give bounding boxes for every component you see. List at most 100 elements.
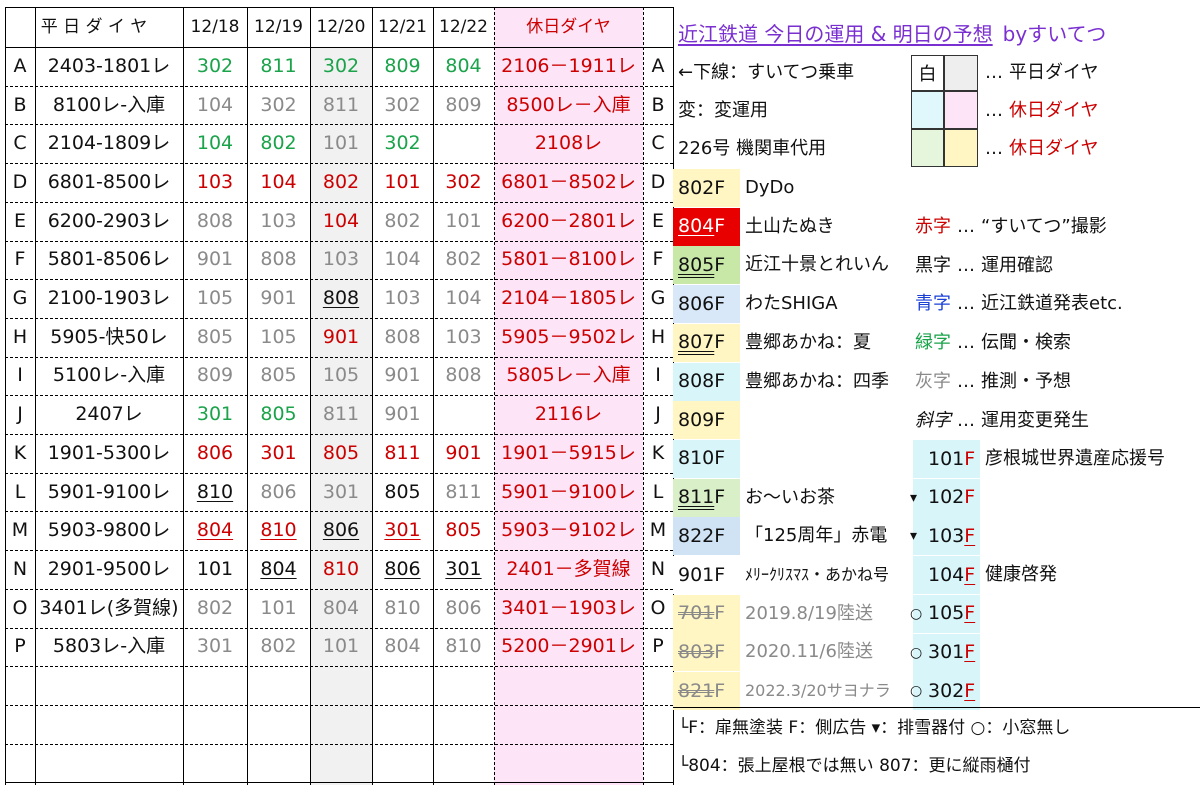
train-number[interactable]: 701 F [678,595,725,633]
unit-cell[interactable]: 104 [247,163,310,202]
unit-cell[interactable]: 810 [310,550,372,589]
train-number[interactable]: 901 F [678,556,725,594]
train-number[interactable]: 807 F [678,324,725,362]
loco-number[interactable]: ○ 302 F [910,672,975,710]
unit-cell[interactable]: 302 [372,86,433,125]
unit-cell[interactable]: 101 [247,589,310,628]
unit-cell[interactable]: 806 [433,589,494,628]
train-number[interactable]: 808 F [678,363,725,401]
unit-cell[interactable]: 901 [433,434,494,473]
unit-cell[interactable]: 811 [310,395,372,434]
unit-cell[interactable]: 105 [183,279,247,318]
train-number[interactable]: 821 F [678,672,725,710]
unit-cell[interactable]: 802 [247,124,310,163]
train-number[interactable]: 802 F [678,169,725,207]
unit-cell[interactable]: 811 [310,86,372,125]
unit-cell[interactable]: 301 [183,395,247,434]
train-number[interactable]: 806 F [678,285,725,323]
unit-cell[interactable]: 301 [310,473,372,512]
unit-cell[interactable]: 810 [433,628,494,667]
unit-cell[interactable]: 104 [372,241,433,280]
loco-number[interactable]: ○ 105 F [910,595,975,633]
train-number[interactable]: 805 F [678,246,725,284]
unit-cell[interactable]: 804 [372,628,433,667]
unit-cell[interactable]: 101 [433,202,494,241]
unit-cell[interactable]: 808 [372,318,433,357]
loco-number[interactable]: ○ 301 F [910,634,975,672]
unit-cell[interactable]: 105 [310,357,372,396]
unit-cell[interactable]: 301 [372,511,433,550]
unit-cell[interactable]: 805 [183,318,247,357]
unit-cell[interactable]: 804 [310,589,372,628]
unit-cell[interactable]: 811 [372,434,433,473]
legend-byline[interactable]: byすいてつ [1003,24,1107,44]
unit-cell[interactable]: 810 [247,511,310,550]
unit-cell[interactable]: 103 [183,163,247,202]
unit-cell[interactable]: 901 [310,318,372,357]
unit-cell[interactable]: 901 [372,395,433,434]
unit-cell[interactable]: 301 [183,628,247,667]
unit-cell[interactable]: 805 [310,434,372,473]
unit-cell[interactable]: 101 [310,628,372,667]
unit-cell[interactable]: 104 [433,279,494,318]
unit-cell[interactable]: 101 [310,124,372,163]
unit-cell[interactable]: 808 [310,279,372,318]
unit-cell[interactable]: 301 [433,550,494,589]
unit-cell[interactable]: 101 [183,550,247,589]
train-number[interactable]: 811 F [678,479,725,517]
unit-cell[interactable]: 104 [183,86,247,125]
unit-cell[interactable]: 804 [433,47,494,86]
unit-cell[interactable]: 810 [372,589,433,628]
unit-cell[interactable]: 901 [183,241,247,280]
unit-cell[interactable]: 802 [433,241,494,280]
unit-cell[interactable]: 804 [247,550,310,589]
unit-cell[interactable]: 808 [247,241,310,280]
unit-cell[interactable]: 105 [247,318,310,357]
unit-cell[interactable]: 805 [247,357,310,396]
unit-cell[interactable]: 301 [247,434,310,473]
unit-cell[interactable]: 802 [183,589,247,628]
unit-cell[interactable]: 302 [310,47,372,86]
unit-cell[interactable]: 809 [372,47,433,86]
loco-number[interactable]: 101 F [910,440,975,478]
legend-title[interactable]: 近江鉄道 今日の運用 & 明日の予想 [678,24,993,44]
unit-cell[interactable]: 302 [183,47,247,86]
unit-cell[interactable]: 802 [247,628,310,667]
unit-cell[interactable]: 809 [433,86,494,125]
unit-cell[interactable]: 901 [247,279,310,318]
unit-cell[interactable]: 103 [310,241,372,280]
unit-cell[interactable]: 901 [372,357,433,396]
train-number[interactable]: 810 F [678,440,725,478]
unit-cell[interactable] [433,395,494,434]
unit-cell[interactable]: 302 [433,163,494,202]
unit-cell[interactable]: 104 [310,202,372,241]
train-number[interactable]: 809 F [678,401,725,439]
unit-cell[interactable]: 811 [433,473,494,512]
unit-cell[interactable]: 302 [372,124,433,163]
unit-cell[interactable]: 806 [310,511,372,550]
loco-number[interactable]: ▾ 103 F [910,517,975,555]
unit-cell[interactable]: 806 [247,473,310,512]
unit-cell[interactable]: 808 [433,357,494,396]
train-number[interactable]: 803 F [678,633,725,671]
train-number[interactable]: 822 F [678,517,725,555]
unit-cell[interactable]: 103 [433,318,494,357]
loco-number[interactable]: ▾ 102 F [910,479,975,517]
unit-cell[interactable]: 810 [183,473,247,512]
unit-cell[interactable]: 103 [247,202,310,241]
loco-number[interactable]: 104 F [910,556,975,594]
unit-cell[interactable]: 804 [183,511,247,550]
unit-cell[interactable]: 806 [372,550,433,589]
unit-cell[interactable]: 808 [183,202,247,241]
unit-cell[interactable]: 811 [247,47,310,86]
unit-cell[interactable]: 802 [372,202,433,241]
unit-cell[interactable]: 806 [183,434,247,473]
unit-cell[interactable]: 809 [183,357,247,396]
unit-cell[interactable]: 103 [372,279,433,318]
train-number[interactable]: 804 F [678,208,725,246]
unit-cell[interactable]: 805 [247,395,310,434]
unit-cell[interactable]: 104 [183,124,247,163]
unit-cell[interactable]: 101 [372,163,433,202]
unit-cell[interactable]: 805 [372,473,433,512]
unit-cell[interactable]: 302 [247,86,310,125]
